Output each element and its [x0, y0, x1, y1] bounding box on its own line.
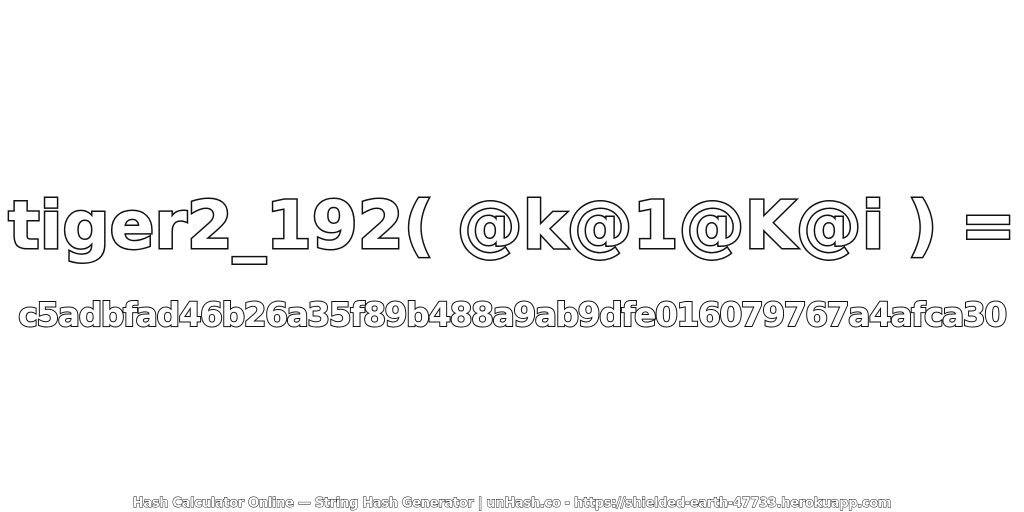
hash-result-image: tiger2_192( @k@1@K@i ) = c5adbfad46b26a3… — [0, 0, 1024, 512]
hash-expression-headline: tiger2_192( @k@1@K@i ) = — [7, 186, 1018, 266]
hash-value-text: c5adbfad46b26a35f89b488a9ab9dfe016079767… — [17, 294, 1008, 335]
site-footer-credit: Hash Calculator Online — String Hash Gen… — [132, 496, 892, 512]
